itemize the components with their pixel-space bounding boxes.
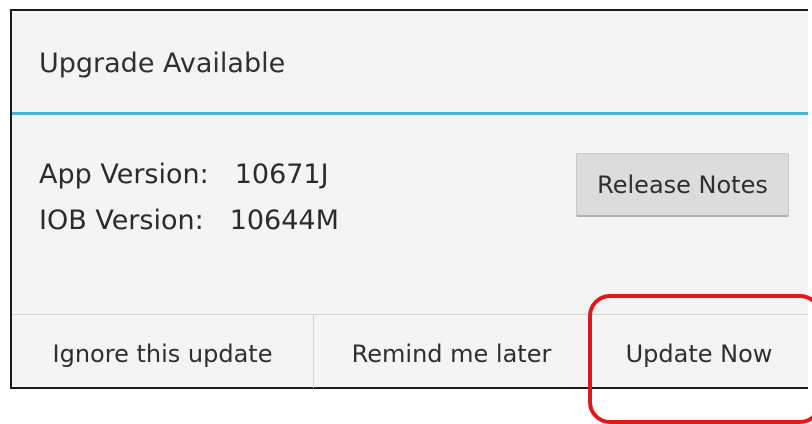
update-now-button[interactable]: Update Now <box>590 315 808 388</box>
iob-version-label: IOB Version: <box>39 205 204 236</box>
remind-later-button[interactable]: Remind me later <box>314 315 590 388</box>
release-notes-button[interactable]: Release Notes <box>576 153 789 217</box>
iob-version-value: 10644M <box>229 205 339 236</box>
dialog-button-bar: Ignore this update Remind me later Updat… <box>12 314 808 388</box>
app-version-row: App Version: 10671J <box>39 152 339 198</box>
app-version-value: 10671J <box>234 159 329 190</box>
version-info: App Version: 10671J IOB Version: 10644M <box>39 152 339 244</box>
iob-version-row: IOB Version: 10644M <box>39 198 339 244</box>
dialog-title: Upgrade Available <box>12 11 808 115</box>
upgrade-dialog: Upgrade Available App Version: 10671J IOB… <box>10 9 808 389</box>
app-version-label: App Version: <box>39 159 209 190</box>
ignore-update-button[interactable]: Ignore this update <box>12 315 314 388</box>
